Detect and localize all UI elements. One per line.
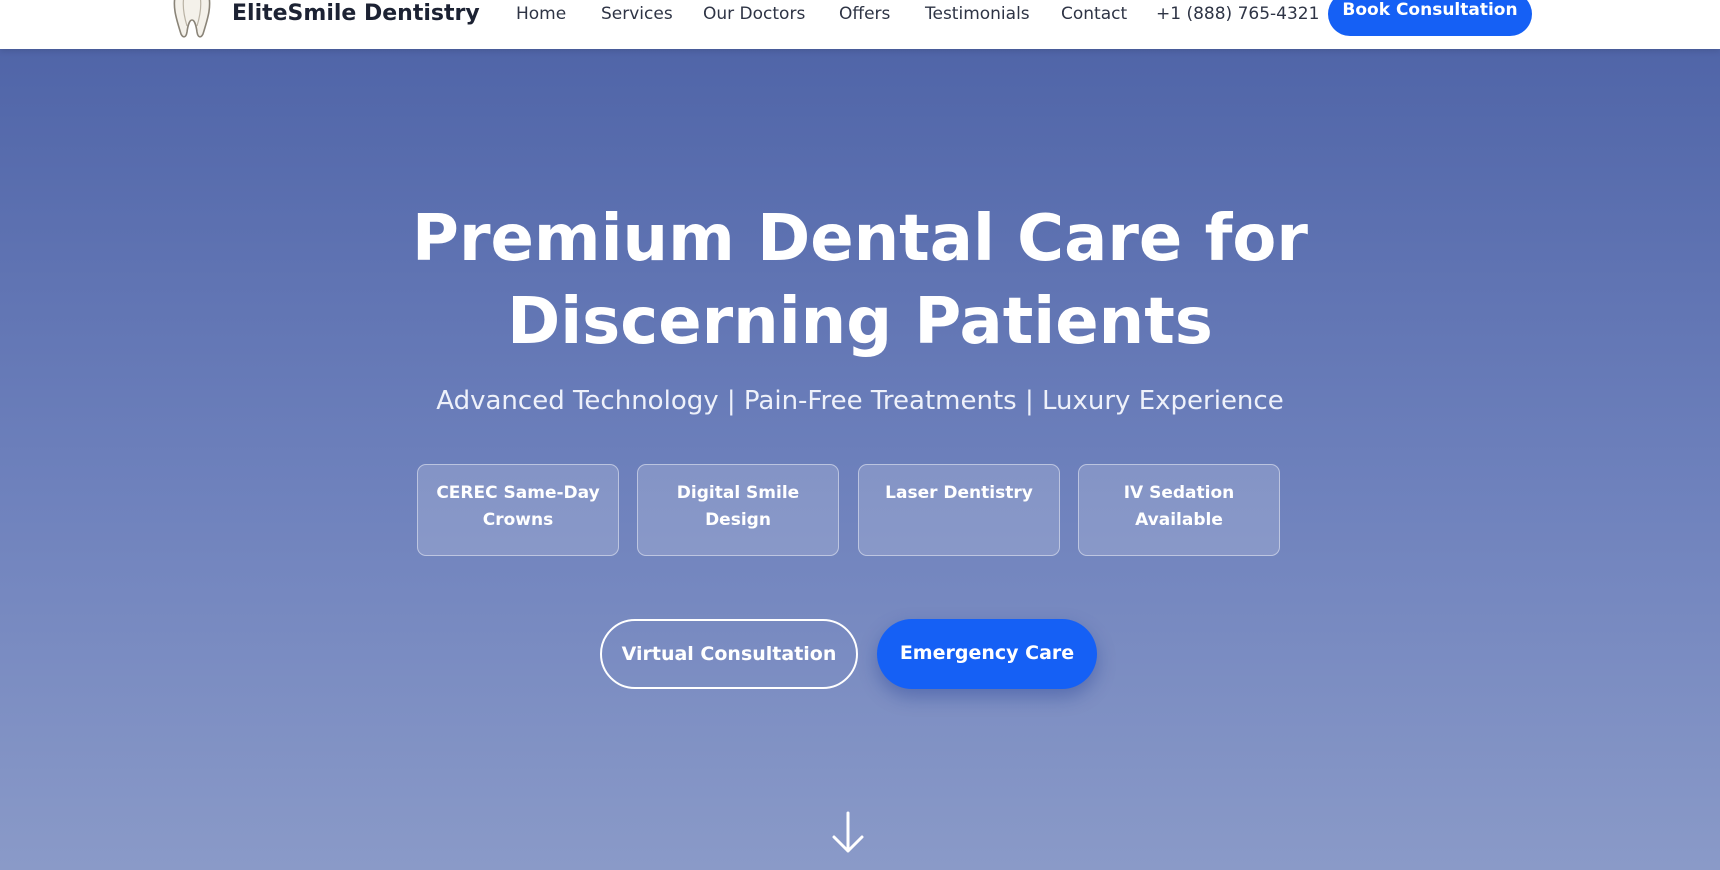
book-consultation-label: Book Consultation [1342,0,1518,20]
nav-our-doctors[interactable]: Our Doctors [703,0,805,28]
virtual-consultation-button[interactable]: Virtual Consultation [600,619,858,689]
feature-label: Design [705,510,771,530]
feature-label: Digital Smile [676,483,800,503]
emergency-care-button[interactable]: Emergency Care [877,619,1097,689]
feature-cerec-crowns: CEREC Same-Day Crowns [417,464,619,556]
tooth-icon[interactable] [170,0,214,40]
arrow-down-icon[interactable] [830,811,866,855]
feature-label: CEREC Same-Day [436,483,600,503]
feature-laser-dentistry: Laser Dentistry [858,464,1060,556]
nav-contact[interactable]: Contact [1061,0,1127,28]
hero-title-line-2: Discerning Patients [507,285,1213,359]
feature-digital-smile-design: Digital Smile Design [637,464,839,556]
nav-testimonials[interactable]: Testimonials [925,0,1030,28]
feature-label: Crowns [482,510,554,530]
site-header: EliteSmile Dentistry Home Services Our D… [0,0,1720,49]
nav-home[interactable]: Home [516,0,566,28]
feature-label: Available [1135,510,1223,530]
book-consultation-button[interactable]: Book Consultation [1328,0,1532,36]
hero-section: Premium Dental Care for Discerning Patie… [0,49,1720,870]
nav-offers[interactable]: Offers [839,0,890,28]
phone-link[interactable]: +1 (888) 765-4321 [1156,0,1319,28]
nav-services[interactable]: Services [601,0,673,28]
hero-subtitle: Advanced Technology | Pain-Free Treatmen… [436,386,1284,416]
hero-title-line-1: Premium Dental Care for [412,202,1308,276]
feature-iv-sedation: IV Sedation Available [1078,464,1280,556]
feature-label: IV Sedation [1123,483,1235,503]
feature-label: Laser Dentistry [885,483,1033,503]
brand-name[interactable]: EliteSmile Dentistry [232,0,480,28]
